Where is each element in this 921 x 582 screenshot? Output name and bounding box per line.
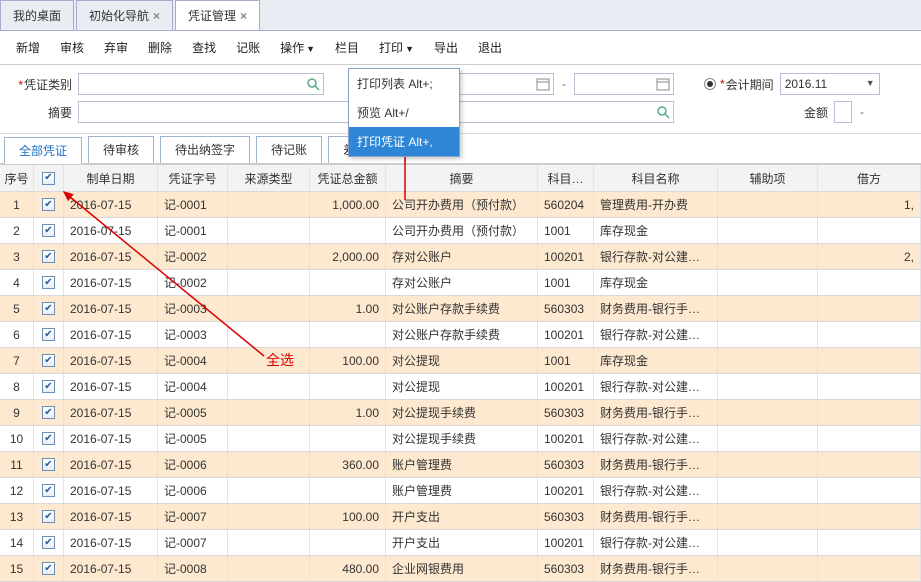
- annotation-arrows: [0, 0, 921, 567]
- menu-print-voucher[interactable]: 打印凭证 Alt+,: [349, 127, 459, 156]
- print-dropdown: 打印列表 Alt+; 预览 Alt+/ 打印凭证 Alt+,: [348, 68, 460, 157]
- menu-print-list[interactable]: 打印列表 Alt+;: [349, 69, 459, 98]
- menu-preview[interactable]: 预览 Alt+/: [349, 98, 459, 127]
